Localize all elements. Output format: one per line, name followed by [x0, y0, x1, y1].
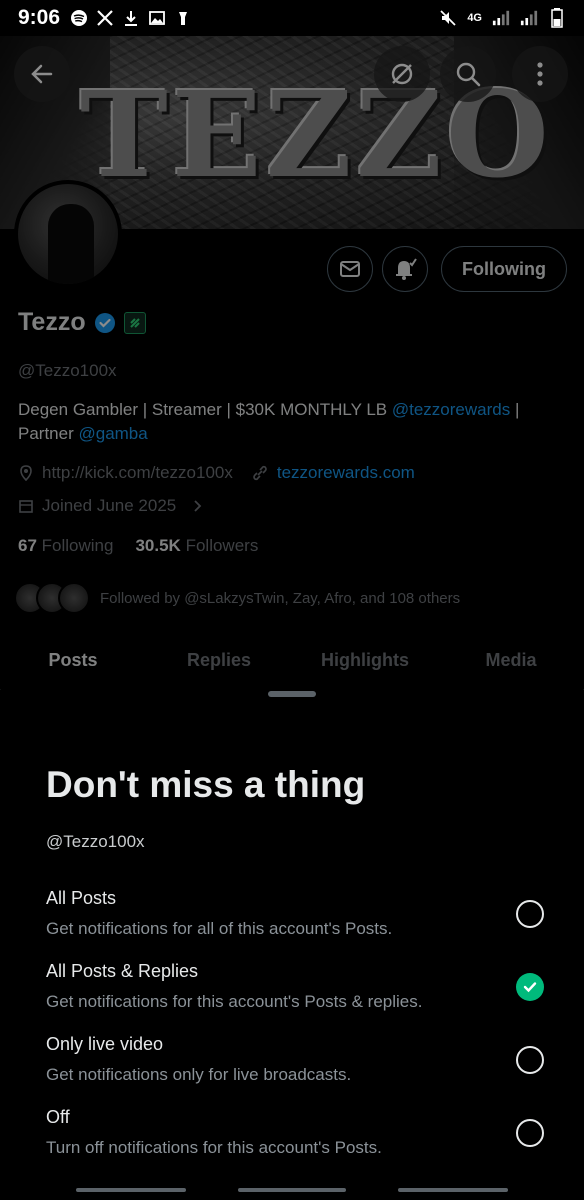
following-count: 67 [18, 536, 37, 555]
option-all-posts[interactable]: All Posts Get notifications for all of t… [46, 888, 546, 944]
option-only-live-video[interactable]: Only live video Get notifications only f… [46, 1034, 546, 1090]
x-logo-icon [96, 9, 114, 27]
location-icon [20, 465, 32, 481]
status-left-icons [70, 9, 192, 27]
profile-name-row: Tezzo [18, 308, 146, 337]
network-type: 4G [467, 12, 482, 24]
following-label: Following [41, 536, 114, 555]
notifications-button[interactable] [382, 246, 428, 292]
option-description: Turn off notifications for this account'… [46, 1138, 382, 1157]
following-stat[interactable]: 67 Following [18, 536, 113, 556]
more-options-button[interactable] [512, 46, 568, 102]
signal-icon [492, 9, 510, 27]
nav-recents-indicator[interactable] [76, 1188, 186, 1192]
search-button[interactable] [440, 46, 496, 102]
status-right-icons: 4G [439, 8, 566, 28]
chevron-right-icon[interactable] [190, 499, 204, 513]
option-title: Only live video [46, 1034, 164, 1054]
bio-text: Degen Gambler | Streamer | $30K MONTHLY … [18, 400, 392, 419]
sheet-drag-handle[interactable] [268, 691, 316, 697]
follower-avatars [14, 582, 90, 614]
profile-stats: 67 Following 30.5K Followers [18, 536, 258, 556]
arrow-left-icon [31, 64, 53, 84]
followers-stat[interactable]: 30.5K Followers [135, 536, 258, 556]
followed-by-text: Followed by @sLakzysTwin, Zay, Afro, and… [100, 589, 461, 607]
more-vertical-icon [537, 62, 543, 86]
bio-mention-tezzorewards[interactable]: @tezzorewards [392, 400, 510, 419]
profile-links-row: http://kick.com/tezzo100x tezzorewards.c… [18, 463, 415, 483]
radio-only-live-video[interactable] [516, 1046, 544, 1074]
profile-avatar[interactable] [14, 180, 122, 288]
option-description: Get notifications only for live broadcas… [46, 1065, 352, 1084]
verified-badge-icon[interactable] [94, 312, 116, 334]
profile-location-url: http://kick.com/tezzo100x [42, 463, 233, 482]
profile-handle: @Tezzo100x [18, 361, 117, 380]
status-time: 9:06 [18, 6, 61, 29]
signal-2-icon [520, 9, 538, 27]
avatar-silhouette [48, 204, 94, 284]
back-button[interactable] [14, 46, 70, 102]
check-icon [523, 982, 537, 993]
download-icon [122, 9, 140, 27]
radio-off[interactable] [516, 1119, 544, 1147]
option-off[interactable]: Off Turn off notifications for this acco… [46, 1107, 546, 1163]
nav-back-indicator[interactable] [398, 1188, 508, 1192]
profile-joined-date: Joined June 2025 [42, 496, 177, 515]
link-icon [253, 465, 267, 481]
followers-label: Followers [185, 536, 259, 555]
bell-check-icon [396, 258, 417, 280]
notifications-bottom-sheet: Don't miss a thing @Tezzo100x All Posts … [0, 676, 584, 1200]
bio-mention-gamba[interactable]: @gamba [78, 424, 147, 443]
flashlight-icon [174, 9, 192, 27]
followed-by-row[interactable]: Followed by @sLakzysTwin, Zay, Afro, and… [14, 582, 460, 614]
followers-count: 30.5K [135, 536, 181, 555]
avatar [58, 582, 90, 614]
nav-home-indicator[interactable] [238, 1188, 346, 1192]
battery-icon [548, 8, 566, 28]
option-all-posts-replies[interactable]: All Posts & Replies Get notifications fo… [46, 961, 546, 1017]
option-description: Get notifications for this account's Pos… [46, 992, 423, 1011]
following-button[interactable]: Following [441, 246, 567, 292]
search-icon [456, 62, 481, 87]
profile-website-link[interactable]: tezzorewards.com [277, 463, 415, 483]
affiliate-badge-icon[interactable] [123, 311, 146, 334]
image-icon [148, 9, 166, 27]
option-title: All Posts & Replies [46, 961, 199, 981]
calendar-icon [19, 500, 33, 513]
envelope-icon [340, 261, 360, 277]
spotify-icon [70, 9, 88, 27]
option-title: All Posts [46, 888, 117, 908]
status-bar: 9:06 4G [0, 0, 584, 36]
message-button[interactable] [327, 246, 373, 292]
option-description: Get notifications for all of this accoun… [46, 919, 393, 938]
profile-joined-row: Joined June 2025 [18, 496, 204, 516]
sheet-subtitle: @Tezzo100x [46, 832, 145, 851]
option-title: Off [46, 1107, 70, 1127]
radio-all-posts-replies[interactable] [516, 973, 544, 1001]
radio-all-posts[interactable] [516, 900, 544, 928]
profile-bio: Degen Gambler | Streamer | $30K MONTHLY … [18, 398, 568, 446]
sheet-title: Don't miss a thing [46, 764, 366, 805]
profile-name: Tezzo [18, 308, 86, 336]
grok-button[interactable] [374, 46, 430, 102]
mute-icon [439, 9, 457, 27]
grok-icon [391, 63, 413, 85]
